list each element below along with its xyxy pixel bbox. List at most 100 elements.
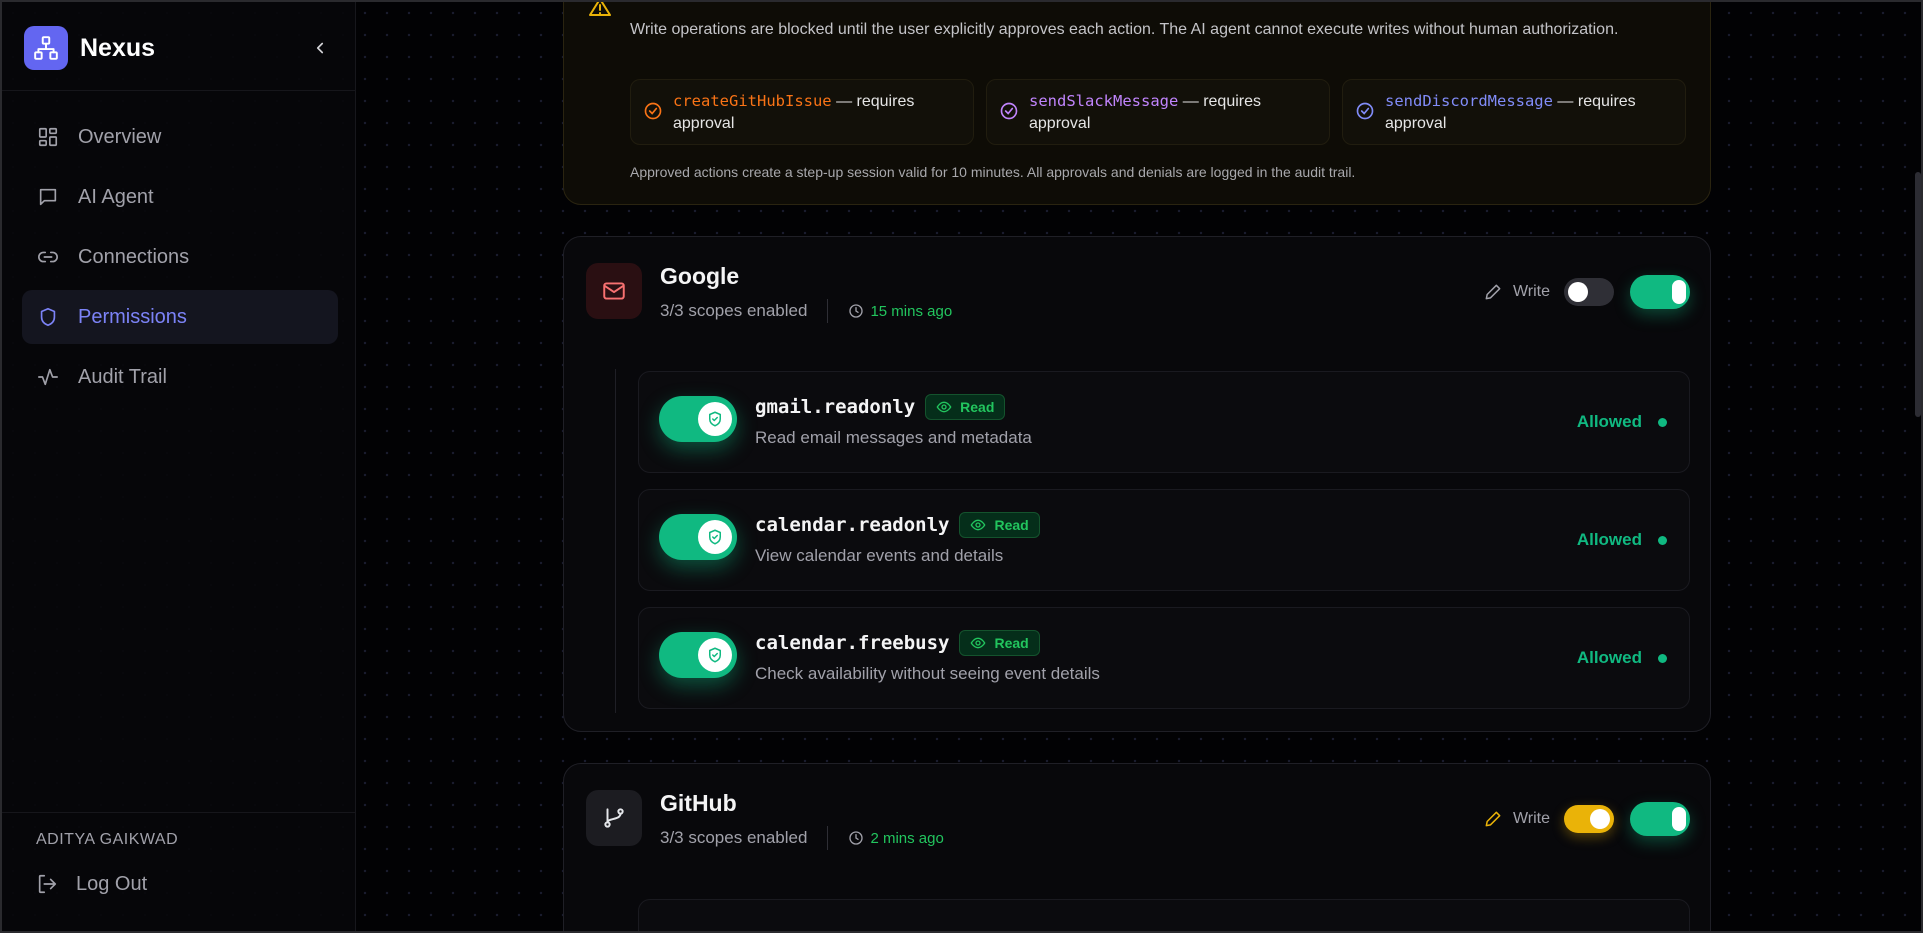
sidebar-item-permissions[interactable]: Permissions xyxy=(22,290,338,344)
collapse-sidebar-button[interactable] xyxy=(306,34,334,62)
last-updated: 2 mins ago xyxy=(848,830,944,847)
operation-item: createGitHubIssue — requires approval xyxy=(630,79,974,145)
service-card-google: Google 3/3 scopes enabled 15 mins ago Wr… xyxy=(563,236,1711,732)
sidebar-item-label: Connections xyxy=(78,245,190,268)
badge-label: Read xyxy=(994,517,1029,533)
read-badge: Read xyxy=(959,630,1040,656)
shield-icon xyxy=(36,305,60,329)
toggle-knob xyxy=(1590,809,1610,829)
check-circle-icon xyxy=(1356,102,1374,120)
scope-row: calendar.freebusy Read Check availabilit… xyxy=(638,607,1690,709)
sidebar-item-connections[interactable]: Connections xyxy=(22,230,338,284)
service-enabled-toggle[interactable] xyxy=(1630,275,1690,309)
write-toggle[interactable] xyxy=(1564,805,1614,833)
scope-toggle[interactable] xyxy=(659,514,737,560)
logout-icon xyxy=(36,872,60,896)
dashboard-icon xyxy=(36,125,60,149)
status-dot xyxy=(1658,535,1667,545)
activity-icon xyxy=(36,365,60,389)
scope-toggle[interactable] xyxy=(659,632,737,678)
step-up-description: Write operations are blocked until the u… xyxy=(630,21,1619,38)
scope-title: gmail.readonly Read xyxy=(755,394,1006,420)
chat-icon xyxy=(36,185,60,209)
scrollbar[interactable] xyxy=(1915,172,1921,417)
scope-description: Read email messages and metadata xyxy=(755,428,1032,447)
write-label-text: Write xyxy=(1512,283,1550,300)
service-name: GitHub xyxy=(660,790,737,816)
scope-toggle[interactable] xyxy=(659,396,737,442)
user-name: ADITYA GAIKWAD xyxy=(36,831,179,848)
sidebar-item-label: Audit Trail xyxy=(78,365,167,388)
warning-icon xyxy=(586,2,614,22)
operation-item: sendSlackMessage — requires approval xyxy=(986,79,1330,145)
scope-status: Allowed xyxy=(1577,412,1667,432)
status-label: Allowed xyxy=(1576,530,1642,549)
scope-row xyxy=(638,899,1690,931)
scope-row: calendar.readonly Read View calendar eve… xyxy=(638,489,1690,591)
service-controls: Write xyxy=(1483,275,1690,309)
badge-label: Read xyxy=(994,635,1029,651)
scope-description: Check availability without seeing event … xyxy=(755,664,1100,683)
status-dot xyxy=(1658,653,1667,663)
divider xyxy=(827,299,829,323)
link-icon xyxy=(36,245,60,269)
operation-name: createGitHubIssue xyxy=(673,92,832,110)
scope-row: gmail.readonly Read Read email messages … xyxy=(638,371,1690,473)
toggle-knob xyxy=(1672,280,1686,304)
last-updated: 15 mins ago xyxy=(848,303,952,320)
service-card-github: GitHub 3/3 scopes enabled 2 mins ago Wri… xyxy=(563,763,1711,931)
check-circle-icon xyxy=(644,102,662,120)
write-toggle[interactable] xyxy=(1564,278,1614,306)
status-dot xyxy=(1658,417,1667,427)
sidebar-item-overview[interactable]: Overview xyxy=(22,110,338,164)
chevron-left-icon xyxy=(316,42,324,54)
shield-check-icon xyxy=(698,638,732,672)
app-name: Nexus xyxy=(80,33,156,62)
nexus-logo-icon xyxy=(24,26,68,70)
sidebar-item-audit-trail[interactable]: Audit Trail xyxy=(22,350,338,404)
shield-check-icon xyxy=(698,402,732,436)
service-meta: 3/3 scopes enabled 15 mins ago xyxy=(660,299,952,323)
main-content: Write operations are blocked until the u… xyxy=(356,2,1921,931)
toggle-knob xyxy=(1568,282,1588,302)
tree-connector xyxy=(615,369,616,713)
step-up-note: Approved actions create a step-up sessio… xyxy=(630,164,1356,180)
divider xyxy=(827,826,829,850)
logout-button[interactable]: Log Out xyxy=(36,872,147,896)
service-enabled-toggle[interactable] xyxy=(1630,802,1690,836)
write-label: Write xyxy=(1483,282,1550,302)
pencil-icon xyxy=(1483,282,1503,302)
scope-name: gmail.readonly xyxy=(755,396,916,418)
scope-name: calendar.freebusy xyxy=(755,632,950,654)
eye-icon xyxy=(970,635,986,651)
write-label-text: Write xyxy=(1512,810,1550,827)
sidebar-item-label: Permissions xyxy=(78,305,187,328)
eye-icon xyxy=(970,517,986,533)
step-up-auth-panel: Write operations are blocked until the u… xyxy=(563,2,1711,205)
toggle-knob xyxy=(1672,807,1686,831)
scope-name: calendar.readonly xyxy=(755,514,950,536)
service-controls: Write xyxy=(1483,802,1690,836)
scope-title: calendar.readonly Read xyxy=(755,512,1040,538)
scopes-summary: 3/3 scopes enabled xyxy=(660,301,808,320)
divider xyxy=(2,812,356,813)
read-badge: Read xyxy=(925,394,1006,420)
badge-label: Read xyxy=(960,399,995,415)
scope-status: Allowed xyxy=(1577,530,1667,550)
git-branch-icon xyxy=(586,790,642,846)
divider xyxy=(2,90,356,91)
mail-icon xyxy=(586,263,642,319)
scope-status: Allowed xyxy=(1577,648,1667,668)
scope-title: calendar.freebusy Read xyxy=(755,630,1040,656)
sidebar-item-label: AI Agent xyxy=(78,185,154,208)
operation-name: sendSlackMessage xyxy=(1029,92,1179,110)
status-label: Allowed xyxy=(1576,648,1642,667)
last-updated-text: 15 mins ago xyxy=(870,302,953,320)
clock-icon xyxy=(848,830,864,846)
sidebar-item-label: Overview xyxy=(78,125,162,148)
status-label: Allowed xyxy=(1576,412,1642,431)
app-window: Nexus Overview AI Agent Connections Perm… xyxy=(0,0,1923,933)
sidebar-item-ai-agent[interactable]: AI Agent xyxy=(22,170,338,224)
shield-check-icon xyxy=(698,520,732,554)
check-circle-icon xyxy=(1000,102,1018,120)
